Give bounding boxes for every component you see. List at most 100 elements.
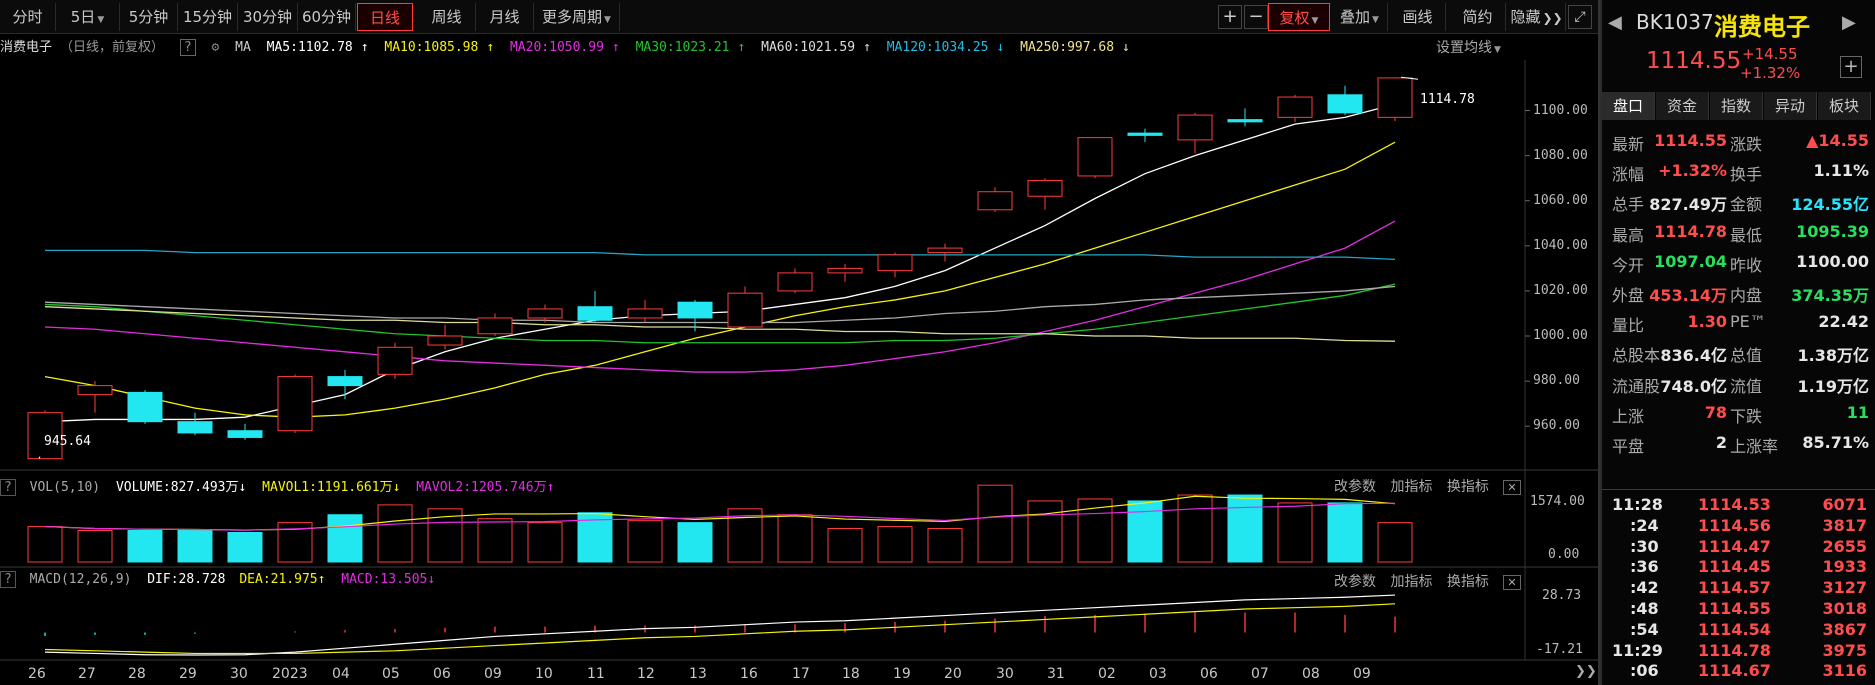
candle bbox=[577, 290, 613, 323]
price-axis-tick: 1100.00 bbox=[1533, 102, 1588, 118]
candle-body bbox=[277, 376, 313, 432]
candle bbox=[1127, 128, 1163, 143]
next-symbol-icon[interactable]: ▶ bbox=[1842, 12, 1856, 33]
date-tick: 19 bbox=[893, 666, 911, 682]
quote-panel: ◀ ▶ BK1037 消费电子 1114.55 +14.55 +1.32% + … bbox=[1600, 0, 1875, 685]
volume-bar bbox=[777, 514, 813, 563]
high-annotation: 1114.78 bbox=[1420, 92, 1475, 107]
quote-label: 昨收 bbox=[1730, 255, 1763, 275]
date-tick: 03 bbox=[1149, 666, 1167, 682]
quote-label: 流通股 bbox=[1612, 376, 1661, 396]
macd-edit-params[interactable]: 改参数 bbox=[1334, 574, 1376, 590]
tick-price: 1114.78 bbox=[1698, 640, 1771, 660]
candle-body bbox=[1327, 94, 1363, 114]
tick-volume: 3817 bbox=[1822, 515, 1867, 535]
quote-tab[interactable]: 异动 bbox=[1764, 92, 1817, 120]
symbol-name: 消费电子 bbox=[1714, 13, 1810, 41]
down-arrow-icon: ↓ bbox=[238, 480, 247, 495]
quote-label: 量比 bbox=[1612, 316, 1645, 336]
candle-body bbox=[877, 254, 913, 272]
candle bbox=[827, 263, 863, 282]
candle-body bbox=[227, 430, 263, 438]
quote-tab[interactable]: 板块 bbox=[1818, 92, 1871, 120]
help-icon[interactable]: ? bbox=[0, 479, 16, 496]
macd-name: MACD(12,26,9) bbox=[29, 572, 132, 587]
candle-body bbox=[1227, 119, 1263, 123]
volume-bar bbox=[1227, 494, 1263, 563]
macd-switch-indicator[interactable]: 换指标 bbox=[1447, 574, 1489, 590]
candle-body bbox=[327, 376, 363, 387]
date-tick: 30 bbox=[230, 666, 248, 682]
quote-label: 换手 bbox=[1730, 165, 1763, 185]
quote-label: 涨跌 bbox=[1730, 135, 1763, 154]
add-watchlist-icon[interactable]: + bbox=[1840, 56, 1862, 78]
tick-time: :06 bbox=[1630, 661, 1659, 681]
quote-row: 涨幅 +1.32% 换手 1.11% bbox=[1602, 156, 1875, 186]
candle-body bbox=[1277, 96, 1313, 118]
candle bbox=[1377, 77, 1413, 121]
date-tick: 08 bbox=[1302, 666, 1320, 682]
vol-panel-actions: 改参数 加指标 换指标 ✕ bbox=[1334, 476, 1521, 496]
candle bbox=[927, 243, 963, 262]
tick-price: 1114.56 bbox=[1698, 515, 1771, 535]
down-arrow-icon: ↓ bbox=[427, 572, 436, 587]
close-icon[interactable]: ✕ bbox=[1503, 575, 1521, 590]
macd-legend: ? MACD(12,26,9) DIF:28.728 DEA:21.975↑ M… bbox=[0, 571, 436, 592]
date-tick: 31 bbox=[1047, 666, 1065, 682]
volume-bar bbox=[627, 520, 663, 563]
quote-tab[interactable]: 指数 bbox=[1710, 92, 1763, 120]
candle bbox=[227, 423, 263, 440]
vol-add-indicator[interactable]: 加指标 bbox=[1390, 479, 1432, 495]
tick-row: 11:29 1114.78 3975 bbox=[1602, 640, 1875, 661]
quote-row: 上涨 78 下跌 11 bbox=[1602, 398, 1875, 428]
candle bbox=[1077, 137, 1113, 179]
quote-tab[interactable]: 资金 bbox=[1656, 92, 1709, 120]
price-change: +14.55 bbox=[1742, 45, 1798, 63]
candle-body bbox=[527, 308, 563, 319]
down-arrow-icon: ↓ bbox=[392, 480, 401, 495]
candles bbox=[27, 76, 1419, 460]
dif-line bbox=[44, 594, 1396, 656]
price-axis-tick: 980.00 bbox=[1533, 373, 1580, 389]
quote-value: 1100.00 bbox=[1796, 251, 1869, 271]
vol-switch-indicator[interactable]: 换指标 bbox=[1447, 479, 1489, 495]
quote-row: 外盘 453.14万 内盘 374.35万 bbox=[1602, 277, 1875, 307]
quote-value: 22.42 bbox=[1818, 312, 1869, 332]
tick-row: :24 1114.56 3817 bbox=[1602, 515, 1875, 536]
tick-time: :24 bbox=[1630, 515, 1659, 535]
volume-bar bbox=[1327, 502, 1363, 563]
help-icon[interactable]: ? bbox=[0, 571, 16, 588]
quote-tab[interactable]: 盘口 bbox=[1602, 92, 1655, 120]
tick-volume: 2655 bbox=[1822, 536, 1867, 556]
tick-volume: 3116 bbox=[1822, 661, 1867, 681]
volume-bar bbox=[877, 526, 913, 563]
ma-line-ma30 bbox=[44, 283, 1396, 344]
date-tick: 2023 bbox=[272, 666, 308, 682]
prev-symbol-icon[interactable]: ◀ bbox=[1608, 12, 1622, 33]
macd-axis-max: 28.73 bbox=[1542, 588, 1582, 603]
volume-bar bbox=[177, 529, 213, 563]
tick-price: 1114.57 bbox=[1698, 578, 1771, 598]
date-tick: 07 bbox=[1251, 666, 1269, 682]
candle bbox=[1177, 112, 1213, 154]
date-tick: 13 bbox=[689, 666, 707, 682]
volume-bar bbox=[377, 504, 413, 563]
quote-value: 1095.39 bbox=[1796, 221, 1869, 241]
chart-grid bbox=[0, 60, 1598, 661]
candle bbox=[977, 187, 1013, 213]
quote-label: 外盘 bbox=[1612, 286, 1645, 305]
candle-body bbox=[427, 335, 463, 346]
quote-value: 374.35万 bbox=[1791, 286, 1869, 305]
close-icon[interactable]: ✕ bbox=[1503, 480, 1521, 495]
vol-edit-params[interactable]: 改参数 bbox=[1334, 479, 1376, 495]
date-tick: 10 bbox=[535, 666, 553, 682]
tick-row: :54 1114.54 3867 bbox=[1602, 619, 1875, 640]
macd-add-indicator[interactable]: 加指标 bbox=[1390, 574, 1432, 590]
tick-row: :30 1114.47 2655 bbox=[1602, 536, 1875, 557]
volume-bars bbox=[27, 484, 1413, 563]
candle bbox=[1027, 178, 1063, 210]
scroll-right-icon[interactable]: ❯❯ bbox=[1575, 664, 1597, 679]
tick-volume: 3127 bbox=[1822, 578, 1867, 598]
volume-bar bbox=[827, 528, 863, 563]
price-axis-tick: 960.00 bbox=[1533, 418, 1580, 434]
